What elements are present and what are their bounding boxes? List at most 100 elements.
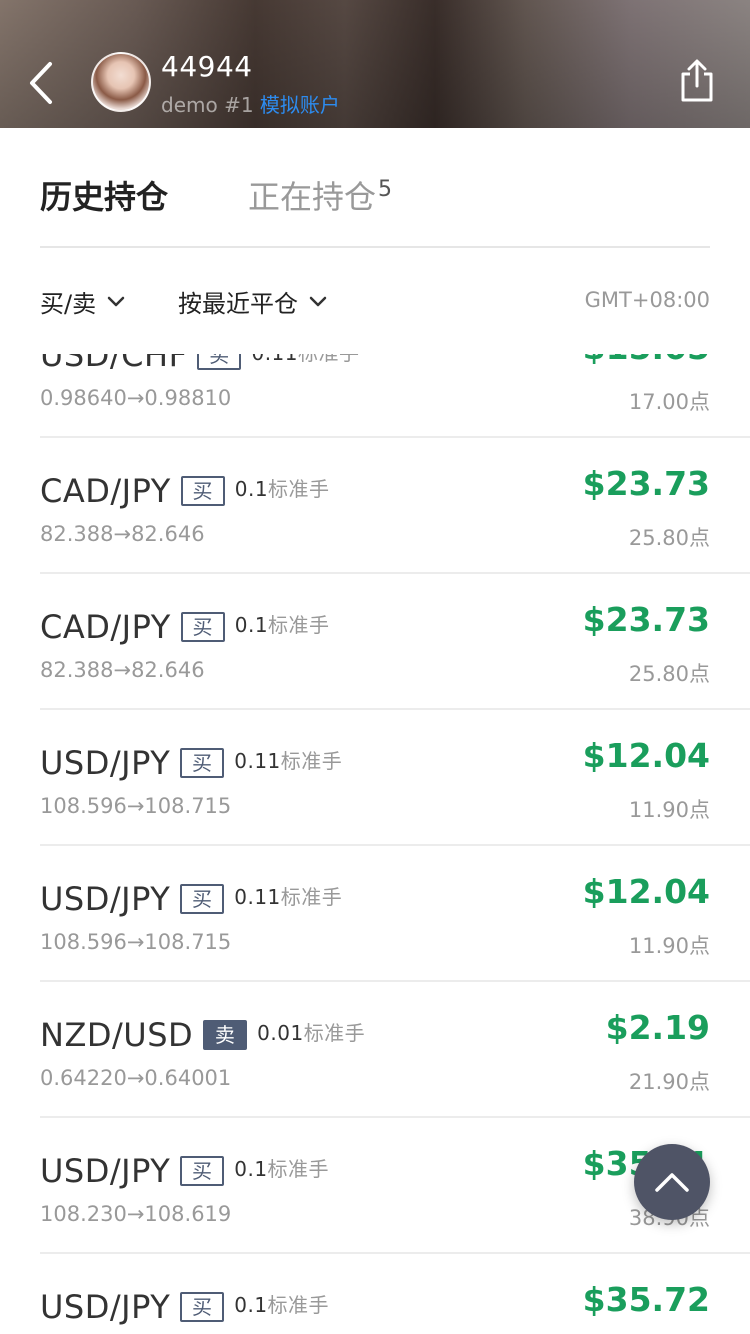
lot-value: 0.1 — [234, 1293, 268, 1317]
lot-unit: 标准手 — [303, 1021, 366, 1045]
lot-size: 0.1标准手 — [234, 1157, 329, 1181]
symbol: USD/JPY — [40, 744, 171, 782]
position-row[interactable]: USD/JPY 买 0.11标准手 108.596→108.715 $12.04 11.9… — [40, 710, 750, 846]
profit-amount: $12.04 — [582, 736, 710, 775]
open-close-prices: 0.98640→0.98810 — [40, 386, 232, 410]
sort-dropdown[interactable]: 按最近平仓 — [178, 284, 328, 319]
tab-open-positions[interactable]: 正在持仓5 — [248, 172, 392, 218]
symbol-line: USD/CHF 买 0.11标准手 — [40, 354, 360, 374]
avatar[interactable] — [91, 52, 151, 112]
account-index: #1 — [224, 93, 254, 117]
position-row[interactable]: CAD/JPY 买 0.1标准手 82.388→82.646 $23.73 25.80点 — [40, 438, 750, 574]
profit-amount: $2.19 — [605, 1008, 710, 1047]
open-close-prices: 82.388→82.646 — [40, 658, 205, 682]
symbol-line: CAD/JPY 买 0.1标准手 — [40, 608, 330, 646]
lot-unit: 标准手 — [280, 885, 343, 909]
profit-points: 17.00点 — [628, 390, 710, 414]
side-filter-label: 买/卖 — [40, 290, 97, 318]
profit-points: 11.90点 — [628, 798, 710, 822]
symbol: CAD/JPY — [40, 608, 171, 646]
lot-value: 0.01 — [257, 1021, 304, 1045]
account-name: 44944 — [161, 50, 253, 83]
lot-value: 0.1 — [234, 477, 269, 501]
sort-label: 按最近平仓 — [178, 290, 298, 318]
side-badge: 买 — [197, 354, 242, 370]
open-close-prices: 0.64220→0.64001 — [40, 1066, 232, 1090]
side-badge: 卖 — [203, 1020, 248, 1050]
profit-points: 25.80点 — [628, 526, 710, 550]
profit-amount: $35.72 — [582, 1280, 710, 1319]
timezone-label: GMT+08:00 — [584, 288, 710, 312]
lot-unit: 标准手 — [267, 1293, 330, 1317]
symbol: USD/JPY — [40, 1152, 171, 1190]
lot-size: 0.1标准手 — [234, 1293, 329, 1317]
position-tabs: 历史持仓 正在持仓5 — [40, 160, 710, 248]
tab-history-positions[interactable]: 历史持仓 — [40, 172, 168, 218]
side-badge: 买 — [180, 1292, 225, 1322]
symbol-line: USD/JPY 买 0.1标准手 — [40, 1288, 329, 1326]
chevron-left-icon — [30, 62, 52, 104]
chevron-down-icon — [107, 296, 125, 306]
symbol-line: NZD/USD 卖 0.01标准手 — [40, 1016, 365, 1054]
symbol: USD/CHF — [40, 354, 188, 374]
symbol: NZD/USD — [40, 1016, 194, 1054]
lot-unit: 标准手 — [268, 613, 330, 637]
open-close-prices: 108.596→108.715 — [40, 930, 232, 954]
symbol-line: USD/JPY 买 0.11标准手 — [40, 744, 342, 782]
lot-size: 0.1标准手 — [235, 613, 330, 637]
lot-value: 0.1 — [234, 1157, 268, 1181]
lot-size: 0.11标准手 — [234, 749, 342, 773]
lot-size: 0.1标准手 — [235, 477, 330, 501]
profit-points: 11.90点 — [628, 934, 710, 958]
profit-amount: $15.05 — [583, 354, 710, 367]
position-row[interactable]: NZD/USD 卖 0.01标准手 0.64220→0.64001 $2.19 21.90… — [40, 982, 750, 1118]
profit-amount: $12.04 — [582, 872, 710, 911]
open-close-prices: 82.388→82.646 — [40, 522, 205, 546]
lot-value: 0.1 — [234, 613, 269, 637]
profit-amount: $23.73 — [582, 600, 710, 639]
lot-size: 0.11标准手 — [251, 354, 359, 365]
lot-unit: 标准手 — [280, 749, 343, 773]
profit-points: 21.90点 — [628, 1070, 710, 1094]
symbol-line: CAD/JPY 买 0.1标准手 — [40, 472, 330, 510]
open-positions-count: 5 — [378, 177, 393, 203]
chevron-up-icon — [655, 1173, 689, 1192]
share-button[interactable] — [678, 58, 716, 104]
side-badge: 买 — [180, 612, 225, 642]
filter-bar: 买/卖 按最近平仓 GMT+08:00 — [40, 270, 710, 334]
lot-unit: 标准手 — [298, 354, 360, 365]
position-row[interactable]: USD/JPY 买 0.1标准手 $35.72 — [40, 1254, 750, 1334]
position-row[interactable]: CAD/JPY 买 0.1标准手 82.388→82.646 $23.73 25.80点 — [40, 574, 750, 710]
side-badge: 买 — [180, 884, 225, 914]
lot-size: 0.01标准手 — [257, 1021, 365, 1045]
tab-label: 历史持仓 — [40, 178, 169, 216]
lot-unit: 标准手 — [268, 477, 330, 501]
account-subtitle: demo #1 模拟账户 — [161, 89, 340, 118]
profit-amount: $23.73 — [582, 464, 710, 503]
side-badge: 买 — [180, 476, 225, 506]
symbol: USD/JPY — [40, 880, 171, 918]
open-close-prices: 108.230→108.619 — [40, 1202, 232, 1226]
share-icon — [681, 59, 713, 102]
lot-value: 0.11 — [251, 354, 298, 365]
side-filter-dropdown[interactable]: 买/卖 — [40, 284, 126, 319]
symbol: CAD/JPY — [40, 472, 171, 510]
symbol-line: USD/JPY 买 0.11标准手 — [40, 880, 342, 918]
lot-value: 0.11 — [234, 749, 281, 773]
scroll-to-top-button[interactable] — [634, 1144, 710, 1220]
position-row[interactable]: USD/JPY 买 0.11标准手 108.596→108.715 $12.04 11.9… — [40, 846, 750, 982]
profit-points: 25.80点 — [628, 662, 710, 686]
side-badge: 买 — [180, 1156, 225, 1186]
server-name: demo — [161, 93, 218, 117]
symbol: USD/JPY — [40, 1288, 171, 1326]
tab-label: 正在持仓 — [248, 178, 377, 216]
account-header: 44944 demo #1 模拟账户 — [0, 0, 750, 128]
account-type-tag: 模拟账户 — [259, 93, 340, 117]
side-badge: 买 — [180, 748, 225, 778]
back-button[interactable] — [22, 58, 62, 108]
open-close-prices: 108.596→108.715 — [40, 794, 232, 818]
lot-value: 0.11 — [234, 885, 281, 909]
lot-size: 0.11标准手 — [234, 885, 342, 909]
position-row[interactable]: USD/CHF 买 0.11标准手 0.98640→0.98810 $15.05 17.0… — [40, 354, 750, 438]
symbol-line: USD/JPY 买 0.1标准手 — [40, 1152, 329, 1190]
